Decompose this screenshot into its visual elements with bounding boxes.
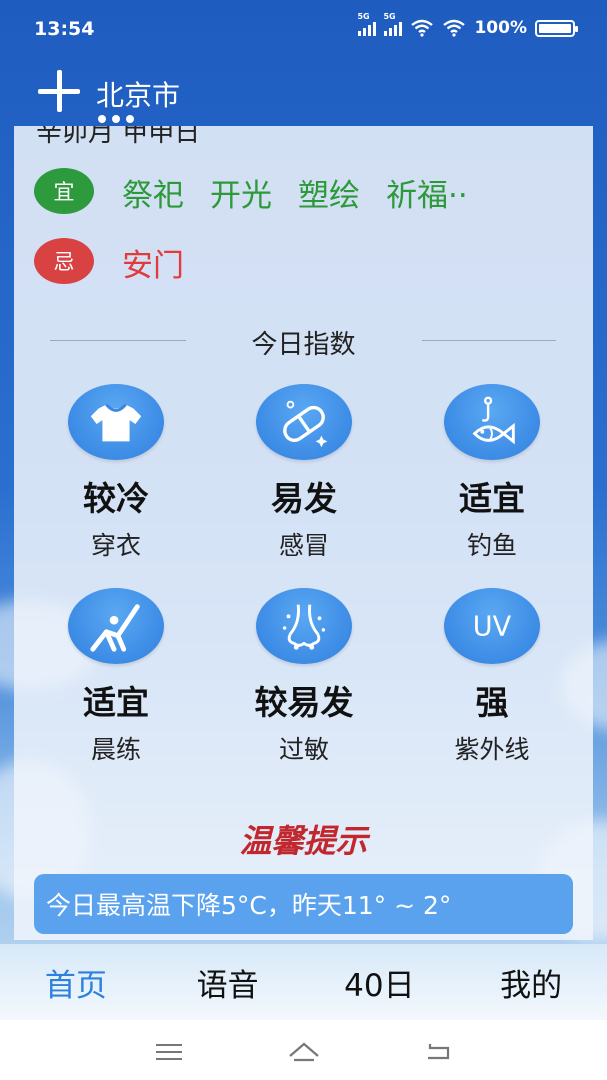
lunar-date: 辛卯月 甲申日 xyxy=(36,126,201,148)
back-icon[interactable] xyxy=(424,1040,454,1062)
index-value: 强 xyxy=(475,683,509,722)
wifi-icon xyxy=(443,19,466,37)
tip-message[interactable]: 今日最高温下降5°C，昨天11° ~ 2° xyxy=(34,874,573,934)
index-label: 钓鱼 xyxy=(466,531,517,560)
yi-list: 祭祀 开光 塑绘 祈福·· xyxy=(122,170,468,215)
yi-item: 祭祀 xyxy=(122,178,184,214)
index-label: 过敏 xyxy=(278,735,329,764)
tab-mine[interactable]: 我的 xyxy=(455,944,607,1020)
yi-item: 塑绘 xyxy=(298,178,360,214)
home-icon[interactable] xyxy=(286,1040,322,1064)
menu-icon[interactable] xyxy=(156,1044,182,1060)
index-item-exercise[interactable]: 适宜 晨练 xyxy=(22,588,210,766)
status-bar: 13:54 5G 5G 100% xyxy=(0,0,607,60)
tab-40-days[interactable]: 40日 xyxy=(304,944,456,1020)
signal-5g-icon: 5G xyxy=(357,12,377,36)
svg-text:UV: UV xyxy=(473,612,512,643)
ji-list: 安门 xyxy=(122,240,184,285)
index-value: 易发 xyxy=(271,479,337,518)
battery-percent: 100% xyxy=(474,18,527,38)
index-value: 较冷 xyxy=(83,479,149,518)
index-item-cold[interactable]: 易发 感冒 xyxy=(210,384,398,562)
page-indicator xyxy=(98,115,134,123)
header: 北京市 xyxy=(0,62,607,123)
index-label: 感冒 xyxy=(278,531,329,560)
signal-5g-icon: 5G xyxy=(383,12,403,36)
status-icons: 5G 5G 100% xyxy=(357,12,578,38)
tab-home[interactable]: 首页 xyxy=(0,944,152,1020)
yi-item: 祈福·· xyxy=(386,178,468,214)
index-item-fishing[interactable]: 适宜 钓鱼 xyxy=(398,384,586,562)
ji-badge: 忌 xyxy=(34,238,94,284)
index-label: 穿衣 xyxy=(90,531,141,560)
index-value: 较易发 xyxy=(254,683,354,722)
index-item-allergy[interactable]: 较易发 过敏 xyxy=(210,588,398,766)
tshirt-icon xyxy=(68,384,164,460)
wifi-icon xyxy=(411,19,434,37)
almanac-card: 辛卯月 甲申日 宜 祭祀 开光 塑绘 祈福·· 忌 安门 今日指数 较冷 穿衣 … xyxy=(14,126,593,940)
index-label: 晨练 xyxy=(90,735,141,764)
yi-badge: 宜 xyxy=(34,168,94,214)
pill-icon xyxy=(256,384,352,460)
indices-grid: 较冷 穿衣 易发 感冒 适宜 钓鱼 适宜 晨练 较易发 过敏 UV 强 紫外线 xyxy=(22,384,586,766)
tab-bar: 首页 语音 40日 我的 xyxy=(0,944,607,1020)
divider xyxy=(422,340,556,341)
status-time: 13:54 xyxy=(34,18,95,40)
tab-voice[interactable]: 语音 xyxy=(152,944,304,1020)
index-label: 紫外线 xyxy=(454,735,530,764)
battery-icon xyxy=(535,19,578,37)
ji-item: 安门 xyxy=(122,248,184,284)
add-city-button[interactable] xyxy=(36,68,84,116)
city-name[interactable]: 北京市 xyxy=(96,74,180,114)
index-value: 适宜 xyxy=(83,683,149,722)
exercise-icon xyxy=(68,588,164,664)
system-nav-bar xyxy=(0,1020,607,1080)
fishing-icon xyxy=(444,384,540,460)
indices-title: 今日指数 xyxy=(251,330,356,360)
nose-icon xyxy=(256,588,352,664)
uv-icon: UV xyxy=(444,588,540,664)
index-item-uv[interactable]: UV 强 紫外线 xyxy=(398,588,586,766)
tip-title: 温馨提示 xyxy=(239,822,368,860)
index-value: 适宜 xyxy=(459,479,525,518)
index-item-clothing[interactable]: 较冷 穿衣 xyxy=(22,384,210,562)
yi-item: 开光 xyxy=(210,178,272,214)
